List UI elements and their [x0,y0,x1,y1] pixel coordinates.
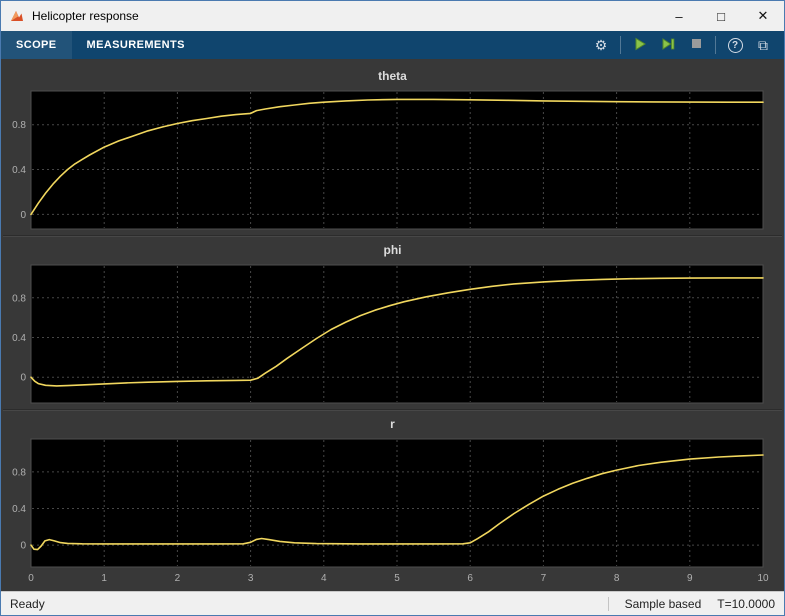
tab-bar: SCOPE MEASUREMENTS [1,31,200,59]
svg-text:0.8: 0.8 [12,120,26,131]
status-sim-time: T=10.0000 [717,597,775,611]
toolbar-separator [715,36,716,54]
close-button[interactable]: ✕ [742,1,784,31]
step-forward-button[interactable] [655,33,681,57]
statusbar: Ready Sample based T=10.0000 [1,591,784,615]
configure-scope-button[interactable]: ⚙ [588,33,614,57]
svg-text:0.4: 0.4 [12,333,26,344]
r-plot: 0 1 2 3 4 5 6 7 8 9 10 0 0.4 0.8 [1,435,784,585]
tab-measurements[interactable]: MEASUREMENTS [72,31,200,59]
svg-text:0: 0 [20,373,26,384]
svg-text:0: 0 [28,573,34,584]
help-button[interactable]: ? [722,33,748,57]
svg-text:9: 9 [687,573,693,584]
svg-text:6: 6 [467,573,473,584]
panel-splitter[interactable] [1,407,784,413]
plot-panel-theta: theta 0 0.4 0.8 [1,65,784,233]
plot-title-r: r [1,413,784,435]
svg-text:0: 0 [20,541,26,552]
theta-plot: 0 0.4 0.8 [1,87,784,233]
play-icon [633,37,647,54]
highlight-block-button[interactable]: ⧉ [750,33,776,57]
svg-text:3: 3 [248,573,254,584]
titlebar: Helicopter response – □ ✕ [1,1,784,31]
toolstrip: SCOPE MEASUREMENTS ⚙ [1,31,784,59]
svg-text:0.8: 0.8 [12,293,26,304]
run-button[interactable] [627,33,653,57]
plot-title-theta: theta [1,65,784,87]
svg-text:0.8: 0.8 [12,467,26,478]
tab-scope[interactable]: SCOPE [1,31,72,59]
highlight-block-icon: ⧉ [758,37,768,54]
svg-text:0: 0 [20,210,26,221]
help-icon: ? [728,38,743,53]
step-forward-icon [661,37,675,54]
window-controls: – □ ✕ [658,1,784,31]
plot-area: theta 0 0.4 0.8 phi 0 0.4 0.8 r 0 1 2 3 4 5 6 7 8 9 10… [1,59,784,591]
status-separator [608,597,609,611]
toolbar-separator [620,36,621,54]
toolbar: ⚙ ? ⧉ [588,33,784,57]
plot-title-phi: phi [1,239,784,261]
plot-panel-phi: phi 0 0.4 0.8 [1,239,784,407]
svg-text:0.4: 0.4 [12,504,26,515]
panel-splitter[interactable] [1,233,784,239]
svg-text:8: 8 [614,573,620,584]
scope-app-icon [9,8,25,24]
svg-text:5: 5 [394,573,400,584]
svg-text:1: 1 [101,573,107,584]
svg-text:4: 4 [321,573,327,584]
svg-text:0.4: 0.4 [12,165,26,176]
svg-text:7: 7 [541,573,547,584]
gear-icon: ⚙ [595,37,608,54]
window-title: Helicopter response [32,9,139,23]
phi-plot: 0 0.4 0.8 [1,261,784,407]
svg-text:10: 10 [757,573,769,584]
svg-text:2: 2 [175,573,181,584]
status-sample-mode: Sample based [625,597,702,611]
status-ready: Ready [10,597,45,611]
stop-icon [690,37,703,53]
plot-panel-r: r 0 1 2 3 4 5 6 7 8 9 10 0 0.4 0.8 [1,413,784,585]
status-right: Sample based T=10.0000 [608,597,775,611]
minimize-button[interactable]: – [658,1,700,31]
stop-button[interactable] [683,33,709,57]
scope-window: Helicopter response – □ ✕ SCOPE MEASUREM… [0,0,785,616]
maximize-button[interactable]: □ [700,1,742,31]
